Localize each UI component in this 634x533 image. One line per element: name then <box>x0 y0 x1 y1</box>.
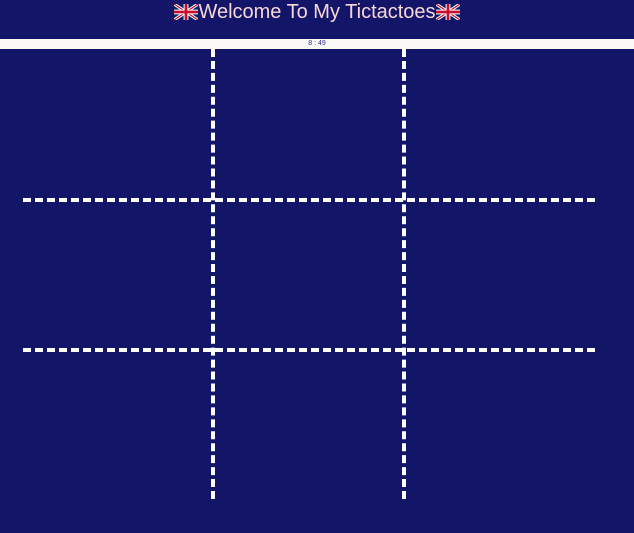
board-cell-5[interactable] <box>215 202 402 348</box>
board-cell-1[interactable] <box>23 49 211 198</box>
grid-line-vertical-left <box>211 49 215 499</box>
board-cell-2[interactable] <box>215 49 402 198</box>
board-cell-4[interactable] <box>23 202 211 348</box>
board-cell-3[interactable] <box>406 49 596 198</box>
tictactoe-board <box>23 49 596 501</box>
grid-line-vertical-right <box>402 49 406 499</box>
grid-line-horizontal-bottom <box>23 348 595 352</box>
board-cell-6[interactable] <box>406 202 596 348</box>
timer-text: 8 : 49 <box>308 40 326 47</box>
timer-bar: 8 : 49 <box>0 39 634 49</box>
board-cell-9[interactable] <box>406 352 596 501</box>
uk-flag-icon <box>435 4 460 20</box>
board-cell-7[interactable] <box>23 352 211 501</box>
board-cell-8[interactable] <box>215 352 402 501</box>
grid-line-horizontal-top <box>23 198 595 202</box>
page-title: Welcome To My Tictactoes <box>0 0 634 24</box>
title-text: Welcome To My Tictactoes <box>198 1 436 23</box>
uk-flag-icon <box>174 4 199 20</box>
